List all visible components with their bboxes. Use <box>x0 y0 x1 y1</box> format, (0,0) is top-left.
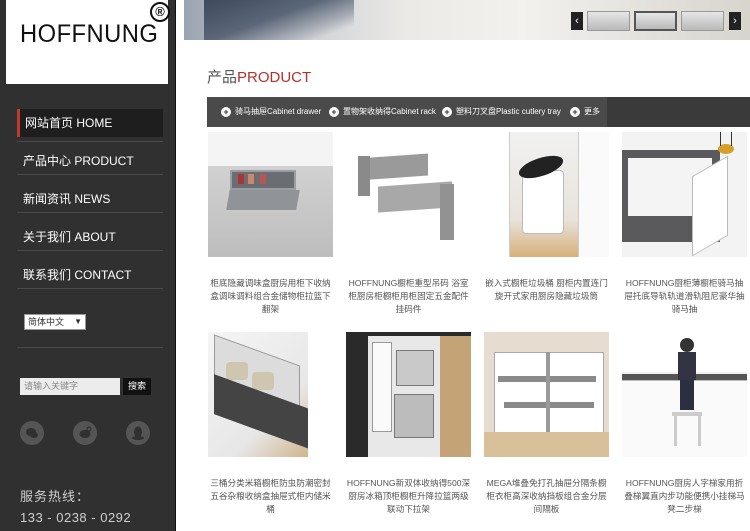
category-label: 骑马抽屉Cabinet drawer <box>235 107 322 116</box>
nav-item-home[interactable]: 网站首页 HOME <box>17 109 163 137</box>
product-card[interactable]: HOFFNUNG厨房人字梯家用折叠梯翼直内步功能便携小挂梯马凳二步梯 <box>622 332 747 516</box>
product-image[interactable] <box>484 132 609 257</box>
weibo-icon[interactable] <box>73 421 97 445</box>
nav-item-product[interactable]: 产品中心 PRODUCT <box>17 147 163 175</box>
language-select[interactable]: 简体中文 ▼ <box>24 314 86 330</box>
search-input[interactable]: 请输入关键字 <box>20 378 120 395</box>
search-button[interactable]: 搜索 <box>123 378 151 395</box>
search-placeholder: 请输入关键字 <box>24 381 79 391</box>
category-item[interactable]: + 置物架收纳得Cabinet rack <box>329 97 436 127</box>
product-caption[interactable]: HOFFNUNG橱柜重型吊码 浴室柜厨房柜橱柜用柜固定五金配件挂码件 <box>346 277 471 316</box>
product-image[interactable] <box>346 332 471 457</box>
product-card[interactable]: MEGA堆叠免打孔抽屉分隔条橱柜衣柜高深收纳挡板组合金分层间隔板 <box>484 332 609 516</box>
category-item[interactable]: + 更多 <box>570 97 600 127</box>
plus-icon: + <box>221 107 231 117</box>
product-image[interactable] <box>208 332 333 457</box>
chevron-down-icon: ▼ <box>74 317 82 326</box>
product-caption[interactable]: HOFFNUNG厨柜薄橱柜骑马抽屉托底导轨轨道滑轨阻尼豪华抽骑马抽 <box>622 277 747 316</box>
product-card[interactable]: HOFFNUNG橱柜重型吊码 浴室柜厨房柜橱柜用柜固定五金配件挂码件 <box>346 132 471 316</box>
product-image[interactable] <box>622 332 747 457</box>
product-caption[interactable]: 柜底隐藏调味盒厨房用柜下收纳盒调味调料组合金储物柜拉篮下翻架 <box>208 277 333 316</box>
product-card[interactable]: 三桶分类米箱橱柜防虫防潮密封五谷杂粮收纳盒抽屉式柜内储米桶 <box>208 332 333 516</box>
category-label: 置物架收纳得Cabinet rack <box>343 107 436 116</box>
hotline-number[interactable]: 133 - 0238 - 0292 <box>20 510 131 525</box>
hero-banner[interactable]: ‹ › <box>184 0 750 40</box>
sidebar: HOFFNUNG ® 网站首页 HOME 产品中心 PRODUCT 新闻资讯 N… <box>0 0 176 531</box>
plus-icon: + <box>570 107 580 117</box>
product-card[interactable]: HOFFNUNG新双体收纳得500深厨房冰箱顶柜橱柜升降拉篮两级联动下拉架 <box>346 332 471 516</box>
product-caption[interactable]: HOFFNUNG厨房人字梯家用折叠梯翼直内步功能便携小挂梯马凳二步梯 <box>622 477 747 516</box>
banner-thumb[interactable] <box>681 11 724 31</box>
product-card[interactable]: 柜底隐藏调味盒厨房用柜下收纳盒调味调料组合金储物柜拉篮下翻架 <box>208 132 333 316</box>
wechat-icon[interactable] <box>20 421 44 445</box>
product-caption[interactable]: HOFFNUNG新双体收纳得500深厨房冰箱顶柜橱柜升降拉篮两级联动下拉架 <box>346 477 471 516</box>
product-image[interactable] <box>208 132 333 257</box>
nav-item-about[interactable]: 关于我们 ABOUT <box>17 223 163 251</box>
product-caption[interactable]: 嵌入式橱柜垃圾桶 厨柜内置连门旋开式家用厨房隐藏垃圾筒 <box>484 277 609 303</box>
product-caption[interactable]: MEGA堆叠免打孔抽屉分隔条橱柜衣柜高深收纳挡板组合金分层间隔板 <box>484 477 609 516</box>
nav-item-news[interactable]: 新闻资讯 NEWS <box>17 185 163 213</box>
product-caption[interactable]: 三桶分类米箱橱柜防虫防潮密封五谷杂粮收纳盒抽屉式柜内储米桶 <box>208 477 333 516</box>
banner-image <box>204 0 354 40</box>
banner-next-button[interactable]: › <box>729 12 741 30</box>
plus-icon: + <box>329 107 339 117</box>
section-title-suffix: PRODUCT <box>237 69 312 86</box>
section-title-prefix: 产品 <box>207 69 238 86</box>
category-label: 更多 <box>584 107 600 116</box>
logo[interactable]: HOFFNUNG ® <box>6 0 170 84</box>
banner-thumb[interactable] <box>587 11 630 31</box>
product-image[interactable] <box>484 332 609 457</box>
banner-thumb[interactable] <box>634 11 677 31</box>
category-bar: + 骑马抽屉Cabinet drawer + 置物架收纳得Cabinet rack … <box>207 97 750 127</box>
product-card[interactable]: 嵌入式橱柜垃圾桶 厨柜内置连门旋开式家用厨房隐藏垃圾筒 <box>484 132 609 303</box>
product-image[interactable] <box>346 132 471 257</box>
product-card[interactable]: HOFFNUNG厨柜薄橱柜骑马抽屉托底导轨轨道滑轨阻尼豪华抽骑马抽 <box>622 132 747 316</box>
category-label: 塑料刀叉盘Plastic cutlery tray <box>456 107 561 116</box>
category-item[interactable]: + 塑料刀叉盘Plastic cutlery tray <box>442 97 561 127</box>
section-title: 产品PRODUCT <box>207 66 311 87</box>
sidebar-divider <box>17 347 163 348</box>
category-item[interactable]: + 骑马抽屉Cabinet drawer <box>207 97 334 127</box>
nav-item-contact[interactable]: 联系我们 CONTACT <box>17 261 163 289</box>
hotline-label: 服务热线： <box>20 489 91 504</box>
product-image[interactable] <box>622 132 747 257</box>
nav-divider <box>17 141 163 142</box>
language-select-value: 简体中文 <box>28 317 65 327</box>
plus-icon: + <box>442 107 452 117</box>
logo-text: HOFFNUNG <box>20 20 159 48</box>
banner-prev-button[interactable]: ‹ <box>571 12 583 30</box>
registered-mark-icon: ® <box>150 2 170 22</box>
qq-icon[interactable] <box>126 421 150 445</box>
